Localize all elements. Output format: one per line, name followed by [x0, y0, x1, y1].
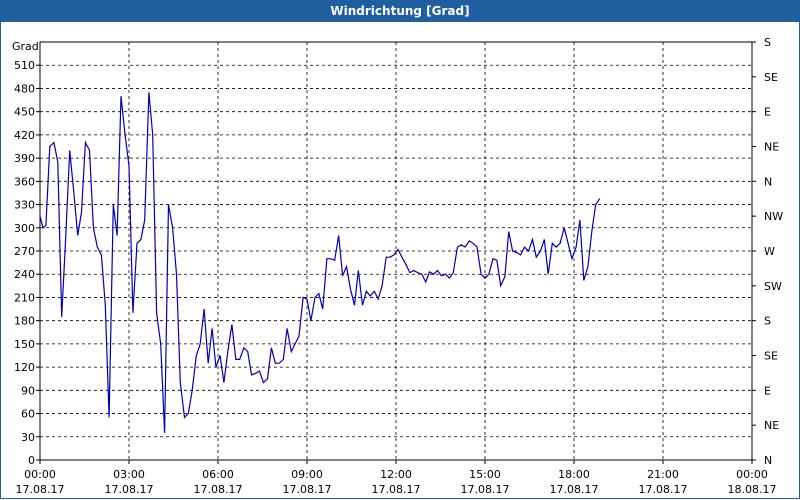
y-tick-label: 90	[21, 384, 35, 397]
x-tick-date: 17.08.17	[283, 483, 332, 496]
right-axis-label: N	[764, 175, 772, 188]
x-tick-time: 00:00	[736, 468, 768, 481]
y-tick-labels: 0 30 60 90 120 150 180 210 240 270 300 330 360 390 420…	[14, 59, 35, 467]
right-axis-label: NE	[764, 141, 779, 154]
y-tick-label: 510	[14, 59, 35, 72]
right-axis-label: SW	[764, 280, 782, 293]
right-axis-labels: N NE E SE S SW W NW N NE E SE S	[764, 36, 783, 467]
right-axis-label: NW	[764, 210, 783, 223]
right-axis-label: E	[764, 106, 771, 119]
x-tick-time: 15:00	[469, 468, 501, 481]
y-tick-label: 330	[14, 199, 35, 212]
right-axis-label: E	[764, 384, 771, 397]
x-tick-date: 17.08.17	[639, 483, 688, 496]
y-tick-label: 390	[14, 152, 35, 165]
x-tick-time: 00:00	[24, 468, 56, 481]
y-tick-label: 240	[14, 268, 35, 281]
x-tick-date: 17.08.17	[194, 483, 243, 496]
x-tick-date: 17.08.17	[105, 483, 154, 496]
wind-direction-chart: 0 30 60 90 120 150 180 210 240 270 300 330 360 390 420…	[12, 36, 783, 496]
x-tick-time: 18:00	[558, 468, 590, 481]
x-tick-time: 21:00	[647, 468, 679, 481]
y-tick-label: 480	[14, 82, 35, 95]
y-tick-label: 420	[14, 129, 35, 142]
y-axis-label: Grad	[12, 40, 39, 53]
right-axis-label: SE	[764, 350, 778, 363]
right-axis-label: NE	[764, 419, 779, 432]
x-tick-date: 17.08.17	[550, 483, 599, 496]
y-tick-label: 60	[21, 408, 35, 421]
x-tick-time: 03:00	[113, 468, 145, 481]
x-tick-time: 06:00	[202, 468, 234, 481]
y-tick-label: 120	[14, 361, 35, 374]
y-tick-label: 300	[14, 222, 35, 235]
window-title: Windrichtung [Grad]	[0, 0, 800, 22]
y-tick-label: 450	[14, 106, 35, 119]
y-tick-label: 150	[14, 338, 35, 351]
x-tick-date: 18.08.17	[728, 483, 777, 496]
x-tick-date: 17.08.17	[372, 483, 421, 496]
y-tick-label: 180	[14, 315, 35, 328]
right-axis-label: W	[764, 245, 775, 258]
x-tick-time: 12:00	[380, 468, 412, 481]
series-line	[39, 92, 601, 433]
y-tick-label: 360	[14, 175, 35, 188]
x-tick-date: 17.08.17	[461, 483, 510, 496]
y-tick-label: 270	[14, 245, 35, 258]
right-axis-label: N	[764, 454, 772, 467]
y-tick-label: 0	[28, 454, 35, 467]
x-tick-labels: 00:00 17.08.17 03:00 17.08.17 06:00 17.08.17 0…	[16, 468, 777, 496]
right-axis-label: SE	[764, 71, 778, 84]
y-tick-label: 30	[21, 431, 35, 444]
right-axis-label: S	[764, 36, 771, 49]
y-tick-label: 210	[14, 291, 35, 304]
grid-lines	[40, 42, 752, 460]
right-axis-label: S	[764, 315, 771, 328]
x-tick-time: 09:00	[291, 468, 323, 481]
x-tick-date: 17.08.17	[16, 483, 65, 496]
